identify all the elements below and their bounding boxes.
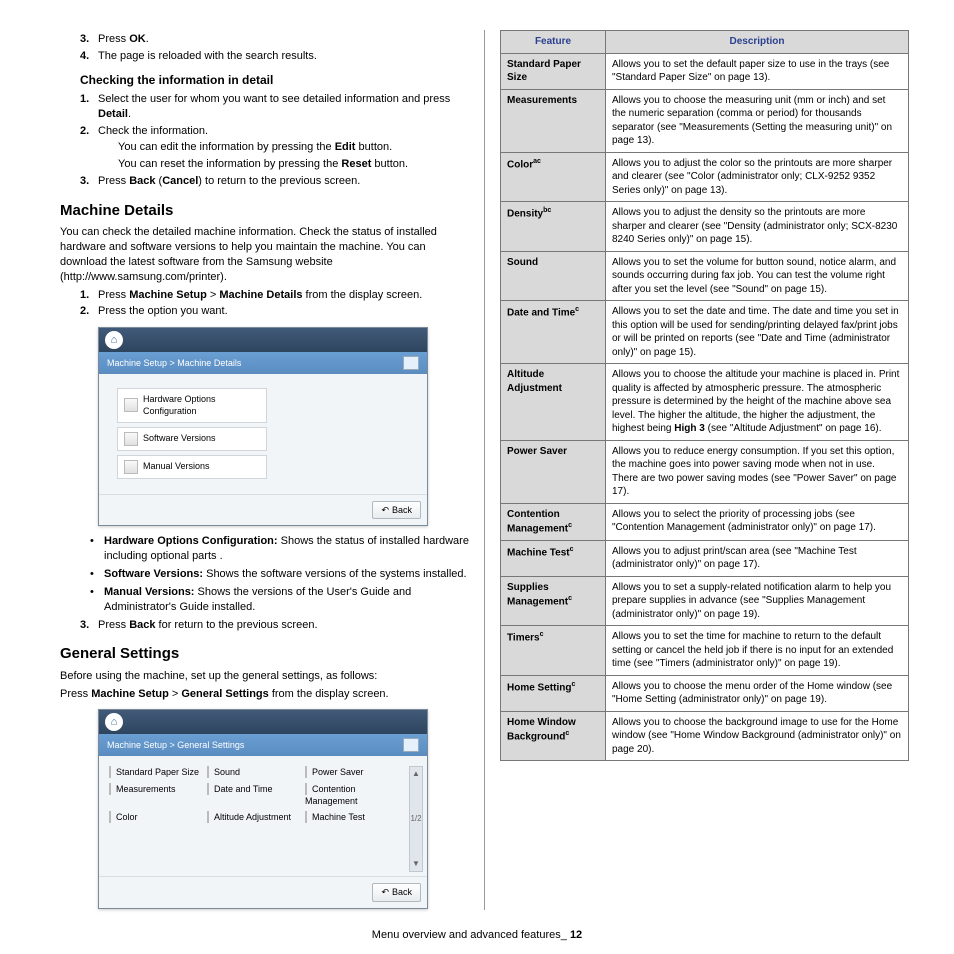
menu-item[interactable]: Measurements — [109, 783, 203, 807]
feature-name: Densitybc — [501, 202, 606, 252]
subheading-checking: Checking the information in detail — [80, 72, 469, 88]
feature-desc: Allows you to adjust the color so the pr… — [606, 152, 909, 202]
feature-name: Machine Testc — [501, 540, 606, 576]
menu-item[interactable]: Machine Test — [305, 811, 399, 823]
feature-desc: Allows you to set the date and time. The… — [606, 301, 909, 364]
feature-name: Power Saver — [501, 440, 606, 503]
feature-desc: Allows you to set the time for machine t… — [606, 626, 909, 676]
gs-para1: Before using the machine, set up the gen… — [60, 669, 469, 684]
gs-para2: Press Machine Setup > General Settings f… — [60, 687, 469, 702]
feature-name: Contention Managementc — [501, 503, 606, 540]
screenshot-machine-details: ⌂ Machine Setup > Machine Details Hardwa… — [98, 327, 428, 526]
page-footer: Menu overview and advanced features_ 12 — [0, 920, 954, 943]
feature-name: Sound — [501, 251, 606, 301]
feature-desc: Allows you to set the volume for button … — [606, 251, 909, 301]
feature-name: Colorac — [501, 152, 606, 202]
menu-item[interactable]: Color — [109, 811, 203, 823]
feature-desc: Allows you to set the default paper size… — [606, 53, 909, 89]
breadcrumb: Machine Setup > Machine Details — [107, 357, 241, 369]
menu-item[interactable]: Manual Versions — [117, 455, 267, 479]
heading-general-settings: General Settings — [60, 644, 469, 664]
back-arrow-icon: ↶ — [381, 886, 389, 898]
feature-desc: Allows you to adjust the density so the … — [606, 202, 909, 252]
th-feature: Feature — [501, 31, 606, 54]
menu-item[interactable]: Hardware Options Configuration — [117, 388, 267, 422]
menu-item[interactable]: Contention Management — [305, 783, 399, 807]
menu-item[interactable]: Software Versions — [117, 427, 267, 451]
md-paragraph: You can check the detailed machine infor… — [60, 225, 469, 284]
login-icon[interactable] — [403, 356, 419, 370]
feature-name: Home Window Backgroundc — [501, 711, 606, 761]
scroll-up-icon[interactable]: ▲ — [412, 767, 420, 781]
menu-item[interactable]: Power Saver — [305, 766, 399, 778]
menu-item[interactable]: Sound — [207, 766, 301, 778]
login-icon[interactable] — [403, 738, 419, 752]
feature-desc: Allows you to reduce energy consumption.… — [606, 440, 909, 503]
right-column: FeatureDescription Standard Paper SizeAl… — [485, 30, 909, 910]
left-column: 3.Press OK.4.The page is reloaded with t… — [60, 30, 485, 910]
page-indicator: 1/2 — [410, 814, 421, 825]
th-description: Description — [606, 31, 909, 54]
home-icon[interactable]: ⌂ — [105, 331, 123, 349]
feature-desc: Allows you to adjust print/scan area (se… — [606, 540, 909, 576]
back-button[interactable]: ↶Back — [372, 883, 421, 901]
feature-desc: Allows you to choose the menu order of t… — [606, 675, 909, 711]
feature-desc: Allows you to choose the altitude your m… — [606, 364, 909, 441]
feature-desc: Allows you to set a supply-related notif… — [606, 576, 909, 626]
feature-desc: Allows you to choose the measuring unit … — [606, 89, 909, 152]
heading-machine-details: Machine Details — [60, 201, 469, 221]
feature-name: Standard Paper Size — [501, 53, 606, 89]
feature-name: Altitude Adjustment — [501, 364, 606, 441]
breadcrumb: Machine Setup > General Settings — [107, 739, 244, 751]
back-arrow-icon: ↶ — [381, 504, 389, 516]
feature-desc: Allows you to choose the background imag… — [606, 711, 909, 761]
feature-table: FeatureDescription Standard Paper SizeAl… — [500, 30, 909, 761]
menu-item[interactable]: Altitude Adjustment — [207, 811, 301, 823]
feature-desc: Allows you to select the priority of pro… — [606, 503, 909, 540]
menu-item[interactable]: Date and Time — [207, 783, 301, 807]
scroll-down-icon[interactable]: ▼ — [412, 857, 420, 871]
feature-name: Supplies Managementc — [501, 576, 606, 626]
back-button[interactable]: ↶Back — [372, 501, 421, 519]
feature-name: Measurements — [501, 89, 606, 152]
screenshot-general-settings: ⌂ Machine Setup > General Settings Stand… — [98, 709, 428, 908]
feature-name: Date and Timec — [501, 301, 606, 364]
feature-name: Timersc — [501, 626, 606, 676]
feature-name: Home Settingc — [501, 675, 606, 711]
home-icon[interactable]: ⌂ — [105, 713, 123, 731]
scrollbar[interactable]: ▲ 1/2 ▼ — [409, 766, 423, 872]
menu-item[interactable]: Standard Paper Size — [109, 766, 203, 778]
